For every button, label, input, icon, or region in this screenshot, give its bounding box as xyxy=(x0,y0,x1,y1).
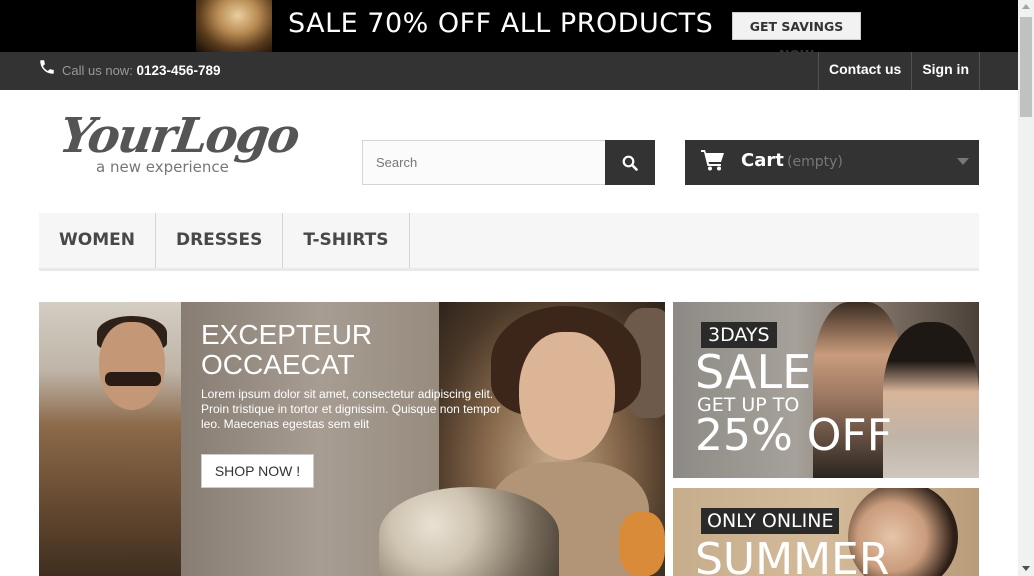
homepage-slider[interactable]: EXCEPTEUR OCCAECAT Lorem ipsum dolor sit… xyxy=(39,302,665,576)
slider-title: EXCEPTEUR OCCAECAT xyxy=(201,319,373,380)
banner-offer-text: 25% OFF xyxy=(695,410,893,461)
logo-main-text: YourLogo xyxy=(56,108,302,164)
get-savings-button[interactable]: GET SAVINGS NOW xyxy=(732,12,861,52)
banner-woman-image xyxy=(883,322,979,478)
sunglasses-image xyxy=(105,372,161,386)
sign-in-link[interactable]: Sign in xyxy=(912,52,980,90)
scroll-up-arrow-icon[interactable] xyxy=(1022,4,1030,9)
search-box xyxy=(362,140,655,185)
cart-label: Cart xyxy=(741,150,784,171)
sale-banner[interactable]: 3DAYS SALE GET UP TO 25% OFF xyxy=(673,302,979,478)
logo-tagline: a new experience xyxy=(96,158,229,176)
menu-item-tshirts[interactable]: T-shirts xyxy=(283,213,410,268)
search-icon xyxy=(622,155,638,171)
scroll-down-arrow-icon[interactable] xyxy=(1022,566,1030,571)
promo-model-image xyxy=(196,0,272,52)
site-logo[interactable]: YourLogo a new experience xyxy=(56,108,302,180)
top-nav-bar: Call us now: 0123-456-789 Contact us Sig… xyxy=(0,52,1018,90)
shopping-cart-icon xyxy=(701,150,724,171)
slider-text: Lorem ipsum dolor sit amet, consectetur … xyxy=(201,387,501,431)
slider-flowers xyxy=(379,487,559,576)
banner-online-tag: ONLY ONLINE xyxy=(701,508,840,534)
menu-item-women[interactable]: Women xyxy=(39,213,156,268)
banner-sale-headline: SALE xyxy=(695,345,812,399)
chevron-down-icon xyxy=(957,158,969,165)
promo-banner[interactable]: SALE 70% OFF ALL PRODUCTS GET SAVINGS NO… xyxy=(0,0,1018,52)
contact-us-link[interactable]: Contact us xyxy=(819,52,913,90)
promo-title: SALE 70% OFF ALL PRODUCTS xyxy=(288,8,714,39)
call-label: Call us now: xyxy=(62,63,133,78)
summer-banner[interactable]: ONLY ONLINE SUMMER xyxy=(673,488,979,576)
cart-status: (empty) xyxy=(787,154,843,170)
shop-now-button[interactable]: SHOP NOW ! xyxy=(201,454,314,488)
menu-item-dresses[interactable]: Dresses xyxy=(156,213,284,268)
search-button[interactable] xyxy=(605,140,655,185)
page-scrollbar[interactable] xyxy=(1018,0,1034,576)
slider-pumpkin xyxy=(619,512,665,576)
banner-summer-headline: SUMMER xyxy=(695,534,890,576)
slider-woman-face xyxy=(519,332,615,460)
phone-number: 0123-456-789 xyxy=(136,63,221,78)
cart-button[interactable]: Cart (empty) xyxy=(685,140,979,185)
main-menu: Women Dresses T-shirts xyxy=(39,213,979,271)
nav-links: Contact us Sign in xyxy=(817,52,980,90)
slider-man-face xyxy=(99,322,165,410)
search-input[interactable] xyxy=(363,141,606,184)
call-us-text: Call us now: 0123-456-789 xyxy=(62,63,221,78)
phone-icon xyxy=(40,60,54,74)
scroll-thumb[interactable] xyxy=(1020,17,1032,117)
